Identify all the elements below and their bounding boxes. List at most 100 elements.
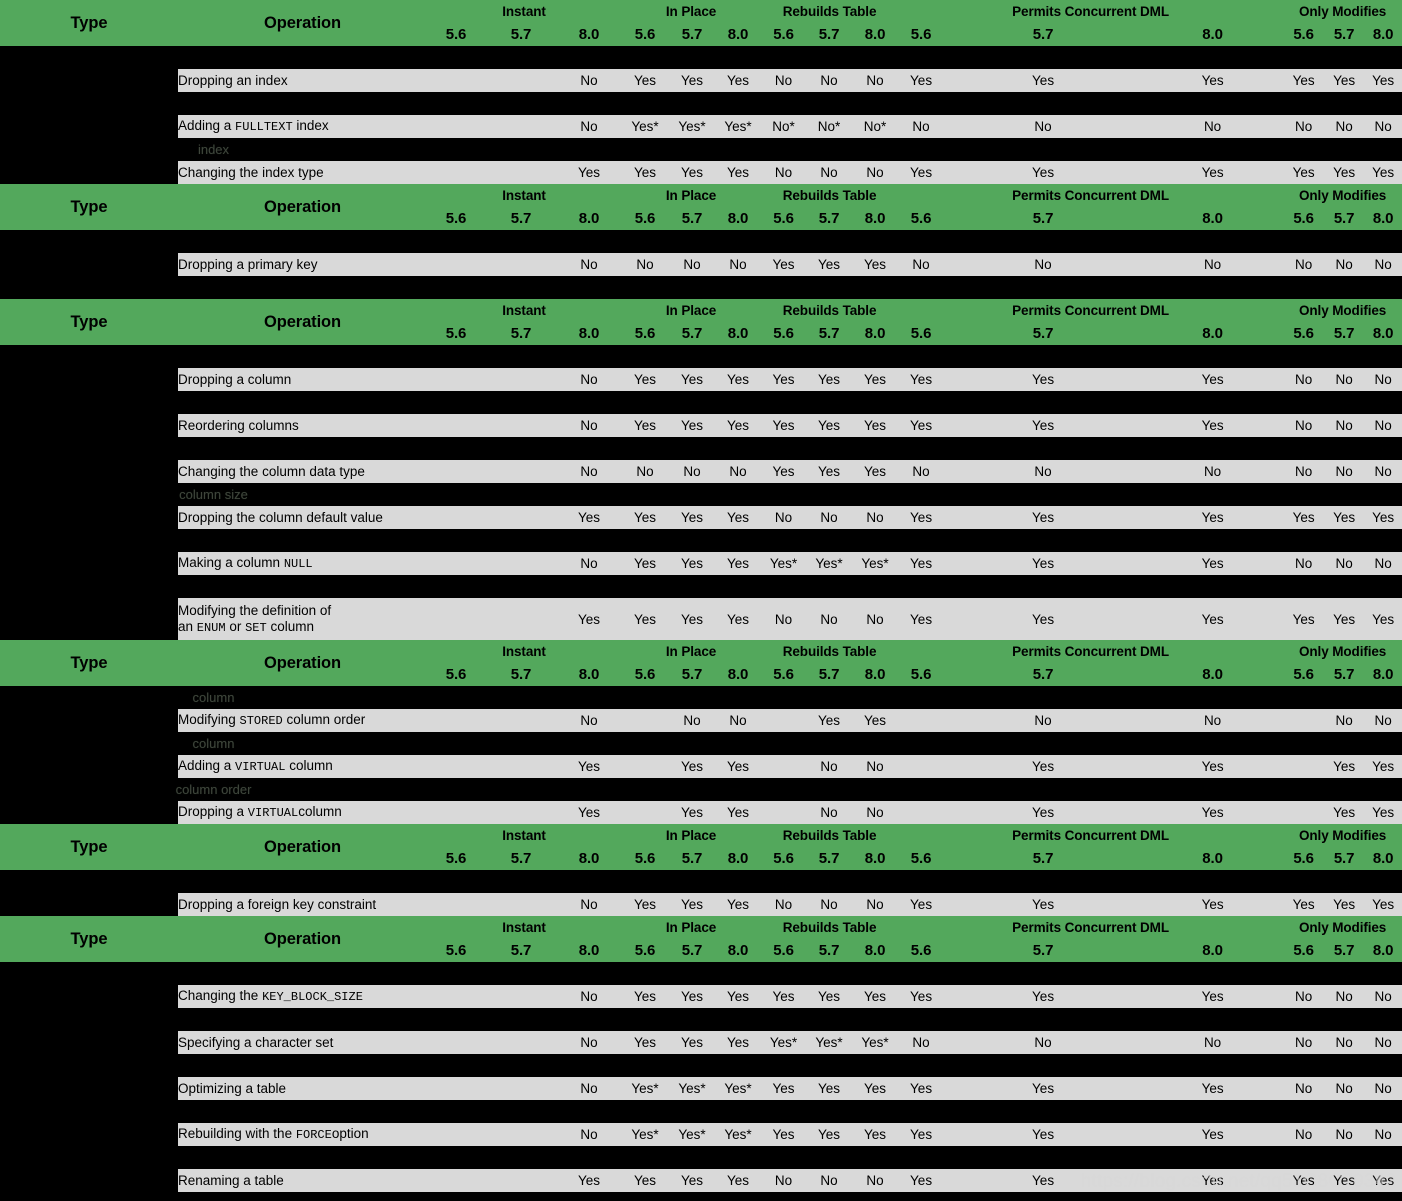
table-row[interactable]: Optimizing a table No Yes* Yes* Yes* Yes Yes Y… <box>0 1077 1402 1100</box>
table-row[interactable]: Rebuilding with the FORCEoption No Yes* Ye… <box>0 1123 1402 1146</box>
cell-r18-c2: Yes <box>557 1169 622 1192</box>
cell-r15-c9: No <box>898 1031 945 1054</box>
row-type-cell <box>0 1031 178 1054</box>
row-type-cell <box>0 414 178 437</box>
header-type: Type <box>0 0 178 46</box>
header-version-2-2: 8.0 <box>852 322 899 345</box>
cell-r8-c4: Yes <box>669 552 716 575</box>
spacer-row <box>0 391 1402 414</box>
cell-r2-c0 <box>427 161 485 184</box>
table-row[interactable]: Modifying STORED column order No No No Ye… <box>0 709 1402 732</box>
header-version-0-1: 5.7 <box>485 322 557 345</box>
cell-r10-c5: No <box>715 709 762 732</box>
cell-r18-c0 <box>427 1169 485 1192</box>
table-row[interactable]: Specifying a character set No Yes Yes Yes Ye… <box>0 1031 1402 1054</box>
cell-r10-c0 <box>427 709 485 732</box>
operation-text: Dropping an index <box>178 72 288 88</box>
row-operation-cell: Adding a VIRTUAL column <box>178 755 427 778</box>
table-row[interactable]: Dropping a primary key No No No No Yes Yes Yes… <box>0 253 1402 276</box>
cell-r16-c4: Yes* <box>669 1077 716 1100</box>
table-row[interactable]: Modifying the definition of an ENUM or SE… <box>0 598 1402 640</box>
cell-r9-c1 <box>485 598 557 640</box>
table-row[interactable]: Dropping a VIRTUALcolumn Yes Yes Yes No No… <box>0 801 1402 824</box>
row-type-cell <box>0 1123 178 1146</box>
cell-r18-c12: Yes <box>1283 1169 1325 1192</box>
cell-r18-c9: Yes <box>898 1169 945 1192</box>
header-version-0-0: 5.6 <box>427 939 485 962</box>
header-version-2-2: 8.0 <box>852 847 899 870</box>
row-type-cell <box>0 598 178 640</box>
table-row[interactable]: Changing the index type Yes Yes Yes Yes No No… <box>0 161 1402 184</box>
header-version-1-0: 5.6 <box>621 663 670 686</box>
header-version-2-1: 5.7 <box>806 847 853 870</box>
cell-r3-c5: No <box>715 253 762 276</box>
header-version-4-1: 5.7 <box>1324 23 1365 46</box>
cell-r2-c4: Yes <box>669 161 716 184</box>
cell-r9-c9: Yes <box>898 598 945 640</box>
cell-r15-c14: No <box>1364 1031 1402 1054</box>
header-version-3-0: 5.6 <box>898 322 945 345</box>
header-version-4-0: 5.6 <box>1283 939 1325 962</box>
cell-r15-c5: Yes <box>715 1031 762 1054</box>
cell-r3-c2: No <box>557 253 622 276</box>
cell-r11-c12 <box>1283 755 1325 778</box>
spacer-cell <box>0 345 1402 368</box>
header-version-3-2: 8.0 <box>1142 23 1284 46</box>
cell-r6-c10: No <box>944 460 1143 483</box>
header-version-3-1: 5.7 <box>944 663 1143 686</box>
cell-r13-c0 <box>427 893 485 916</box>
header-version-4-1: 5.7 <box>1324 322 1365 345</box>
cell-r11-c3 <box>621 755 670 778</box>
header-version-3-0: 5.6 <box>898 207 945 230</box>
header-version-1-2: 8.0 <box>715 663 762 686</box>
cell-r18-c8: No <box>852 1169 899 1192</box>
cell-r5-c11: Yes <box>1142 414 1284 437</box>
cell-r11-c2: Yes <box>557 755 622 778</box>
spacer-cell <box>0 391 1402 414</box>
cell-r14-c7: Yes <box>806 985 853 1008</box>
row-operation-cell: Renaming a table <box>178 1169 427 1192</box>
cell-r15-c8: Yes* <box>852 1031 899 1054</box>
cell-r1-c12: No <box>1283 115 1325 138</box>
table-row[interactable]: Dropping a foreign key constraint No Yes Y… <box>0 893 1402 916</box>
spacer-row <box>0 1054 1402 1077</box>
row-type-cell <box>0 709 178 732</box>
cell-r11-c5: Yes <box>715 755 762 778</box>
table-row[interactable]: Adding a FULLTEXT index No Yes* Yes* Yes* No… <box>0 115 1402 138</box>
header-version-1-1: 5.7 <box>669 23 716 46</box>
cell-r9-c2: Yes <box>557 598 622 640</box>
cell-r5-c12: No <box>1283 414 1325 437</box>
cell-r9-c4: Yes <box>669 598 716 640</box>
header-version-2-0: 5.6 <box>761 322 807 345</box>
cell-r7-c12: Yes <box>1283 506 1325 529</box>
table-row[interactable]: Reordering columns No Yes Yes Yes Yes Yes Yes Y… <box>0 414 1402 437</box>
row-operation-cell: Dropping a VIRTUALcolumn <box>178 801 427 824</box>
cell-r10-c12 <box>1283 709 1325 732</box>
header-group-only-modifies: Only Modifies <box>1283 299 1402 322</box>
table-row[interactable]: Making a column NULL No Yes Yes Yes Yes* Yes*… <box>0 552 1402 575</box>
table-row[interactable]: Changing the column data type No No No No Ye… <box>0 460 1402 483</box>
cell-r17-c4: Yes* <box>669 1123 716 1146</box>
row-type-cell <box>0 755 178 778</box>
ghost-label-column_size: column size <box>0 483 427 506</box>
table-row[interactable]: Changing the KEY_BLOCK_SIZE No Yes Yes Yes Y… <box>0 985 1402 1008</box>
cell-r10-c11: No <box>1142 709 1284 732</box>
cell-r7-c1 <box>485 506 557 529</box>
table-row[interactable]: Renaming a table Yes Yes Yes Yes No No No Yes Ye… <box>0 1169 1402 1192</box>
cell-r17-c11: Yes <box>1142 1123 1284 1146</box>
table-row[interactable]: Dropping the column default value Yes Yes… <box>0 506 1402 529</box>
ghost-label-row: column order <box>0 778 1402 801</box>
row-type-cell <box>0 115 178 138</box>
header-version-3-2: 8.0 <box>1142 207 1284 230</box>
ghost-label-text: index <box>197 142 230 157</box>
cell-r8-c5: Yes <box>715 552 762 575</box>
table-row[interactable]: Adding a VIRTUAL column Yes Yes Yes No No … <box>0 755 1402 778</box>
cell-r2-c8: No <box>852 161 899 184</box>
cell-r17-c10: Yes <box>944 1123 1143 1146</box>
cell-r10-c3 <box>621 709 670 732</box>
table-row[interactable]: Dropping a column No Yes Yes Yes Yes Yes Yes Ye… <box>0 368 1402 391</box>
header-version-4-2: 8.0 <box>1364 322 1402 345</box>
table-row[interactable]: Dropping an index No Yes Yes Yes No No No Yes Ye… <box>0 69 1402 92</box>
operation-text: Reordering columns <box>178 417 299 433</box>
cell-r15-c10: No <box>944 1031 1143 1054</box>
